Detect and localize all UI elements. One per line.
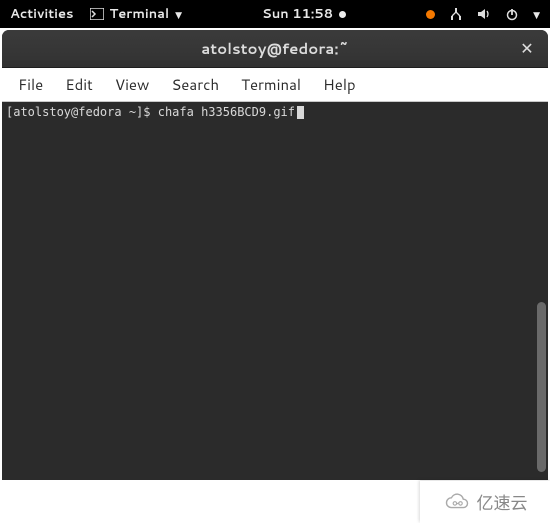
close-icon: ✕: [520, 37, 533, 60]
menubar: File Edit View Search Terminal Help: [2, 68, 548, 102]
volume-icon[interactable]: [477, 7, 491, 21]
gnome-topbar: Activities Terminal ▼ Sun 11:58 ▼: [0, 0, 550, 28]
window-title: atolstoy@fedora:~: [201, 38, 349, 59]
menu-view[interactable]: View: [105, 70, 160, 99]
chevron-down-icon[interactable]: ▼: [533, 8, 540, 21]
network-icon[interactable]: [449, 7, 463, 21]
topbar-left: Activities Terminal ▼: [10, 5, 182, 23]
status-dot-icon[interactable]: [426, 10, 435, 19]
topbar-center[interactable]: Sun 11:58: [198, 5, 410, 23]
terminal-window: atolstoy@fedora:~ ✕ File Edit View Searc…: [2, 30, 548, 480]
terminal-cursor-icon: [297, 106, 304, 119]
watermark: 亿速云: [420, 481, 550, 523]
menu-file[interactable]: File: [8, 70, 53, 99]
menu-search[interactable]: Search: [161, 70, 229, 99]
scrollbar[interactable]: [534, 102, 548, 480]
terminal-prompt: [atolstoy@fedora ~]$: [6, 105, 158, 119]
app-menu-label: Terminal: [110, 5, 170, 23]
terminal-app-icon: [90, 8, 104, 20]
menu-help[interactable]: Help: [313, 70, 366, 99]
terminal-content[interactable]: [atolstoy@fedora ~]$ chafa h3356BCD9.gif: [2, 102, 548, 480]
cloud-icon: [443, 492, 471, 512]
chevron-down-icon: ▼: [175, 8, 182, 21]
topbar-right: ▼: [426, 7, 540, 21]
menu-terminal[interactable]: Terminal: [231, 70, 311, 99]
terminal-command: chafa h3356BCD9.gif: [158, 105, 295, 119]
activities-button[interactable]: Activities: [10, 5, 74, 23]
window-titlebar[interactable]: atolstoy@fedora:~ ✕: [2, 30, 548, 68]
power-icon[interactable]: [505, 7, 519, 21]
app-menu[interactable]: Terminal ▼: [90, 5, 182, 23]
clock-label: Sun 11:58: [262, 5, 333, 23]
notification-dot-icon: [339, 11, 346, 18]
menu-edit[interactable]: Edit: [55, 70, 103, 99]
close-button[interactable]: ✕: [516, 38, 538, 60]
watermark-text: 亿速云: [477, 489, 528, 515]
scroll-thumb[interactable]: [537, 302, 546, 472]
